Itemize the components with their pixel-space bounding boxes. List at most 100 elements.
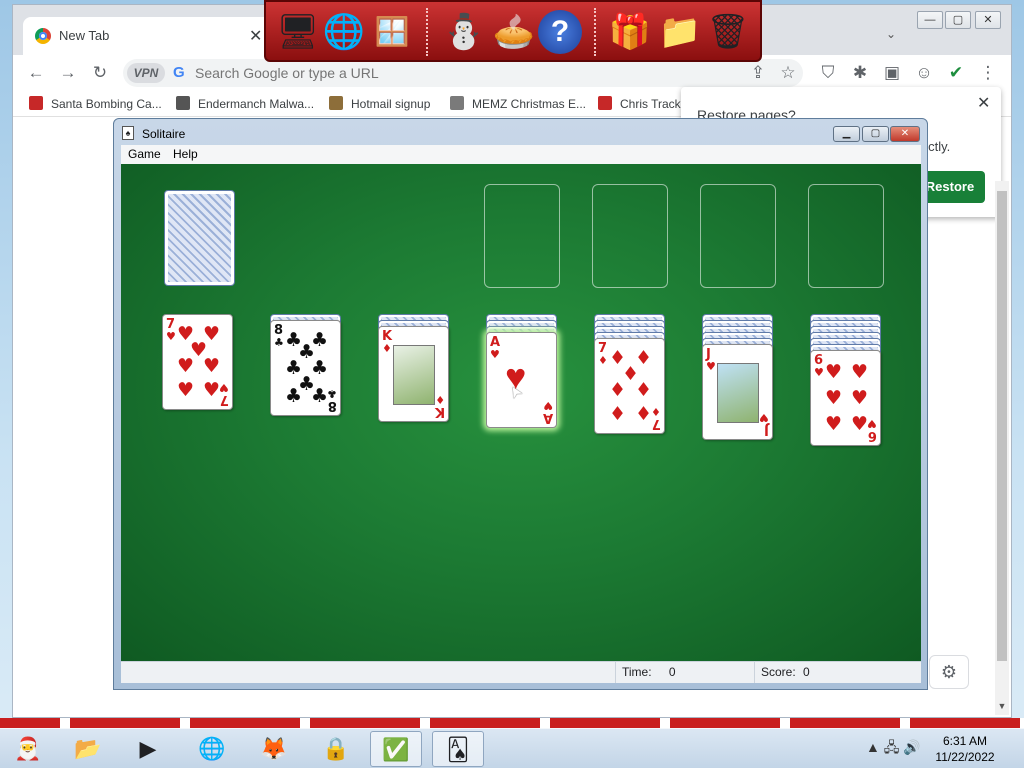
tab-new-tab[interactable]: New Tab ✕ xyxy=(23,17,273,55)
share-icon[interactable]: ⇪ xyxy=(747,62,769,84)
solitaire-titlebar[interactable]: ♠ Solitaire ▁ ▢ ✕ xyxy=(114,119,927,147)
snowman-icon[interactable]: ⛄ xyxy=(440,8,488,56)
gift-icon[interactable]: 🎁 xyxy=(606,8,654,56)
time-value: 0 xyxy=(668,665,676,679)
window-title: Solitaire xyxy=(142,127,186,141)
bookmark-item[interactable]: Santa Bombing Ca... xyxy=(29,96,162,111)
score-label: Score: xyxy=(761,665,796,679)
globe-icon[interactable]: 🌐 xyxy=(320,8,368,56)
separator xyxy=(426,8,428,56)
forward-icon[interactable]: → xyxy=(57,62,79,84)
card-pip: ♦ xyxy=(635,403,653,425)
vpn-taskbar-icon[interactable]: 🔒 xyxy=(310,731,362,767)
minimize-button[interactable]: ▁ xyxy=(833,126,860,142)
card-rank: K ♦ xyxy=(434,393,445,419)
tableau-card[interactable]: J ♥ J ♥ xyxy=(702,344,773,440)
tab-close-icon[interactable]: ✕ xyxy=(249,26,262,46)
omnibox-input[interactable] xyxy=(195,65,695,81)
time-label: Time: xyxy=(622,665,652,679)
folder-icon[interactable]: 📁 xyxy=(656,8,704,56)
customize-chrome-button[interactable]: ⚙ xyxy=(929,655,969,689)
chrome-favicon-icon xyxy=(35,28,51,44)
foundation-slot[interactable] xyxy=(808,184,884,288)
extension-shield-icon[interactable]: ⛉ xyxy=(817,62,839,84)
back-icon[interactable]: ← xyxy=(25,62,47,84)
card-rank: 7 ♦ xyxy=(651,405,661,431)
desktop-wallpaper-strip xyxy=(0,718,1024,728)
defrag-icon[interactable]: 🥧 xyxy=(490,8,538,56)
tableau-card[interactable]: 7 ♦ 7 ♦ ♦ ♦ ♦ ♦ ♦ ♦ ♦ xyxy=(594,338,665,434)
card-rank: 6 ♥ xyxy=(814,353,824,379)
tableau-card[interactable]: 6 ♥ 6 ♥ ♥ ♥ ♥ ♥ ♥ ♥ xyxy=(810,350,881,446)
tableau-card[interactable]: 7 ♥ 7 ♥ ♥ ♥ ♥ ♥ ♥ ♥ ♥ xyxy=(162,314,233,410)
firefox-taskbar-icon[interactable]: 🦊 xyxy=(248,731,300,767)
minimize-button[interactable]: — xyxy=(917,11,943,29)
score-value: 0 xyxy=(803,665,810,679)
card-rank: 7 ♥ xyxy=(166,317,176,343)
card-rank: J ♥ xyxy=(759,411,769,437)
scrollbar-thumb[interactable] xyxy=(997,191,1007,661)
card-pip: ♥ xyxy=(203,379,221,401)
foundation-slot[interactable] xyxy=(700,184,776,288)
solitaire-window: ♠ Solitaire ▁ ▢ ✕ Game Help 7 ♥ 7 ♥ ♥ ♥ ♥ ♥ ♥ ♥ ♥ 8… xyxy=(113,118,928,690)
santa-computer-icon[interactable]: 🖥 xyxy=(274,8,322,56)
chrome-taskbar-icon[interactable]: 🌐 xyxy=(186,731,238,767)
card-pip: ♣ xyxy=(285,385,303,407)
card-rank: A ♥ xyxy=(490,335,501,361)
tab-title: New Tab xyxy=(59,28,110,43)
solitaire-taskbar-icon[interactable]: 🂡 xyxy=(432,731,484,767)
menu-help[interactable]: Help xyxy=(173,147,198,161)
bookmark-star-icon[interactable]: ☆ xyxy=(777,62,799,84)
menu-game[interactable]: Game xyxy=(128,147,161,161)
screen-icon[interactable]: 🪟 xyxy=(368,8,416,56)
game-table[interactable]: 7 ♥ 7 ♥ ♥ ♥ ♥ ♥ ♥ ♥ ♥ 8 ♣ 8 ♣ ♣ ♣ ♣ ♣ ♣ ♣ ♣ ♣ K ♦ K ♦ A ♥ A ♥ ♥ 7 ♦ 7 ♦ ♦ ♦ ♦ ♦… xyxy=(121,164,921,661)
scroll-down-icon[interactable]: ▼ xyxy=(995,701,1009,711)
tableau-card[interactable]: A ♥ A ♥ ♥ xyxy=(486,332,557,428)
tableau-card[interactable]: 8 ♣ 8 ♣ ♣ ♣ ♣ ♣ ♣ ♣ ♣ ♣ xyxy=(270,320,341,416)
card-rank: J ♥ xyxy=(706,347,716,373)
foundation-slot[interactable] xyxy=(484,184,560,288)
bookmark-item[interactable]: Endermanch Malwa... xyxy=(176,96,314,111)
vpn-badge[interactable]: VPN xyxy=(127,63,165,83)
system-tray-icons[interactable]: ▲ 🖧 🔊 xyxy=(866,737,921,761)
close-icon[interactable]: ✕ xyxy=(977,93,990,113)
omnibox[interactable]: VPN G ⇪ ☆ xyxy=(123,59,803,87)
card-pip: ♦ xyxy=(609,379,627,401)
page-scrollbar[interactable]: ▼ xyxy=(995,181,1009,715)
bookmark-item[interactable]: MEMZ Christmas E... xyxy=(450,96,586,111)
bookmark-item[interactable]: Chris Tracke xyxy=(598,96,687,111)
face-card-art xyxy=(717,363,759,423)
card-rank: 6 ♥ xyxy=(867,417,877,443)
extensions-puzzle-icon[interactable]: ✱ xyxy=(849,62,871,84)
card-pip: ♣ xyxy=(311,385,329,407)
taskbar: 🎅 📂 ▶ 🌐 🦊 🔒 ✅ 🂡 ▲ 🖧 🔊 6:31 AM 11/22/2022 xyxy=(0,728,1024,768)
reload-icon[interactable]: ↻ xyxy=(89,62,111,84)
close-button[interactable]: ✕ xyxy=(975,11,1001,29)
help-icon[interactable]: ? xyxy=(538,10,582,54)
raccoon-icon xyxy=(176,96,190,110)
recycle-bin-icon[interactable]: 🗑 xyxy=(704,8,752,56)
foundation-slot[interactable] xyxy=(592,184,668,288)
card-rank: 8 ♣ xyxy=(327,387,337,413)
maximize-button[interactable]: ▢ xyxy=(945,11,971,29)
person-icon xyxy=(329,96,343,110)
tableau-card[interactable]: K ♦ K ♦ xyxy=(378,326,449,422)
close-button[interactable]: ✕ xyxy=(890,126,920,142)
side-panel-icon[interactable]: ▣ xyxy=(881,62,903,84)
bookmark-item[interactable]: Hotmail signup xyxy=(329,96,430,111)
start-santa-icon[interactable]: 🎅 xyxy=(2,731,54,767)
checker-taskbar-icon[interactable]: ✅ xyxy=(370,731,422,767)
maximize-button[interactable]: ▢ xyxy=(862,126,889,142)
time-panel: Time: 0 xyxy=(615,662,753,683)
stock-pile[interactable] xyxy=(164,190,235,286)
clock[interactable]: 6:31 AM 11/22/2022 xyxy=(920,733,1010,765)
security-check-icon[interactable]: ✔ xyxy=(945,62,967,84)
media-player-icon[interactable]: ▶ xyxy=(122,731,174,767)
tab-search-chevron-icon[interactable]: ⌄ xyxy=(886,27,896,41)
profile-icon[interactable]: ☺ xyxy=(913,62,935,84)
menu-kebab-icon[interactable]: ⋮ xyxy=(977,62,999,84)
bookmark-label: Santa Bombing Ca... xyxy=(51,97,162,111)
clock-date: 11/22/2022 xyxy=(935,750,995,764)
file-explorer-icon[interactable]: 📂 xyxy=(62,731,114,767)
cat-icon xyxy=(450,96,464,110)
